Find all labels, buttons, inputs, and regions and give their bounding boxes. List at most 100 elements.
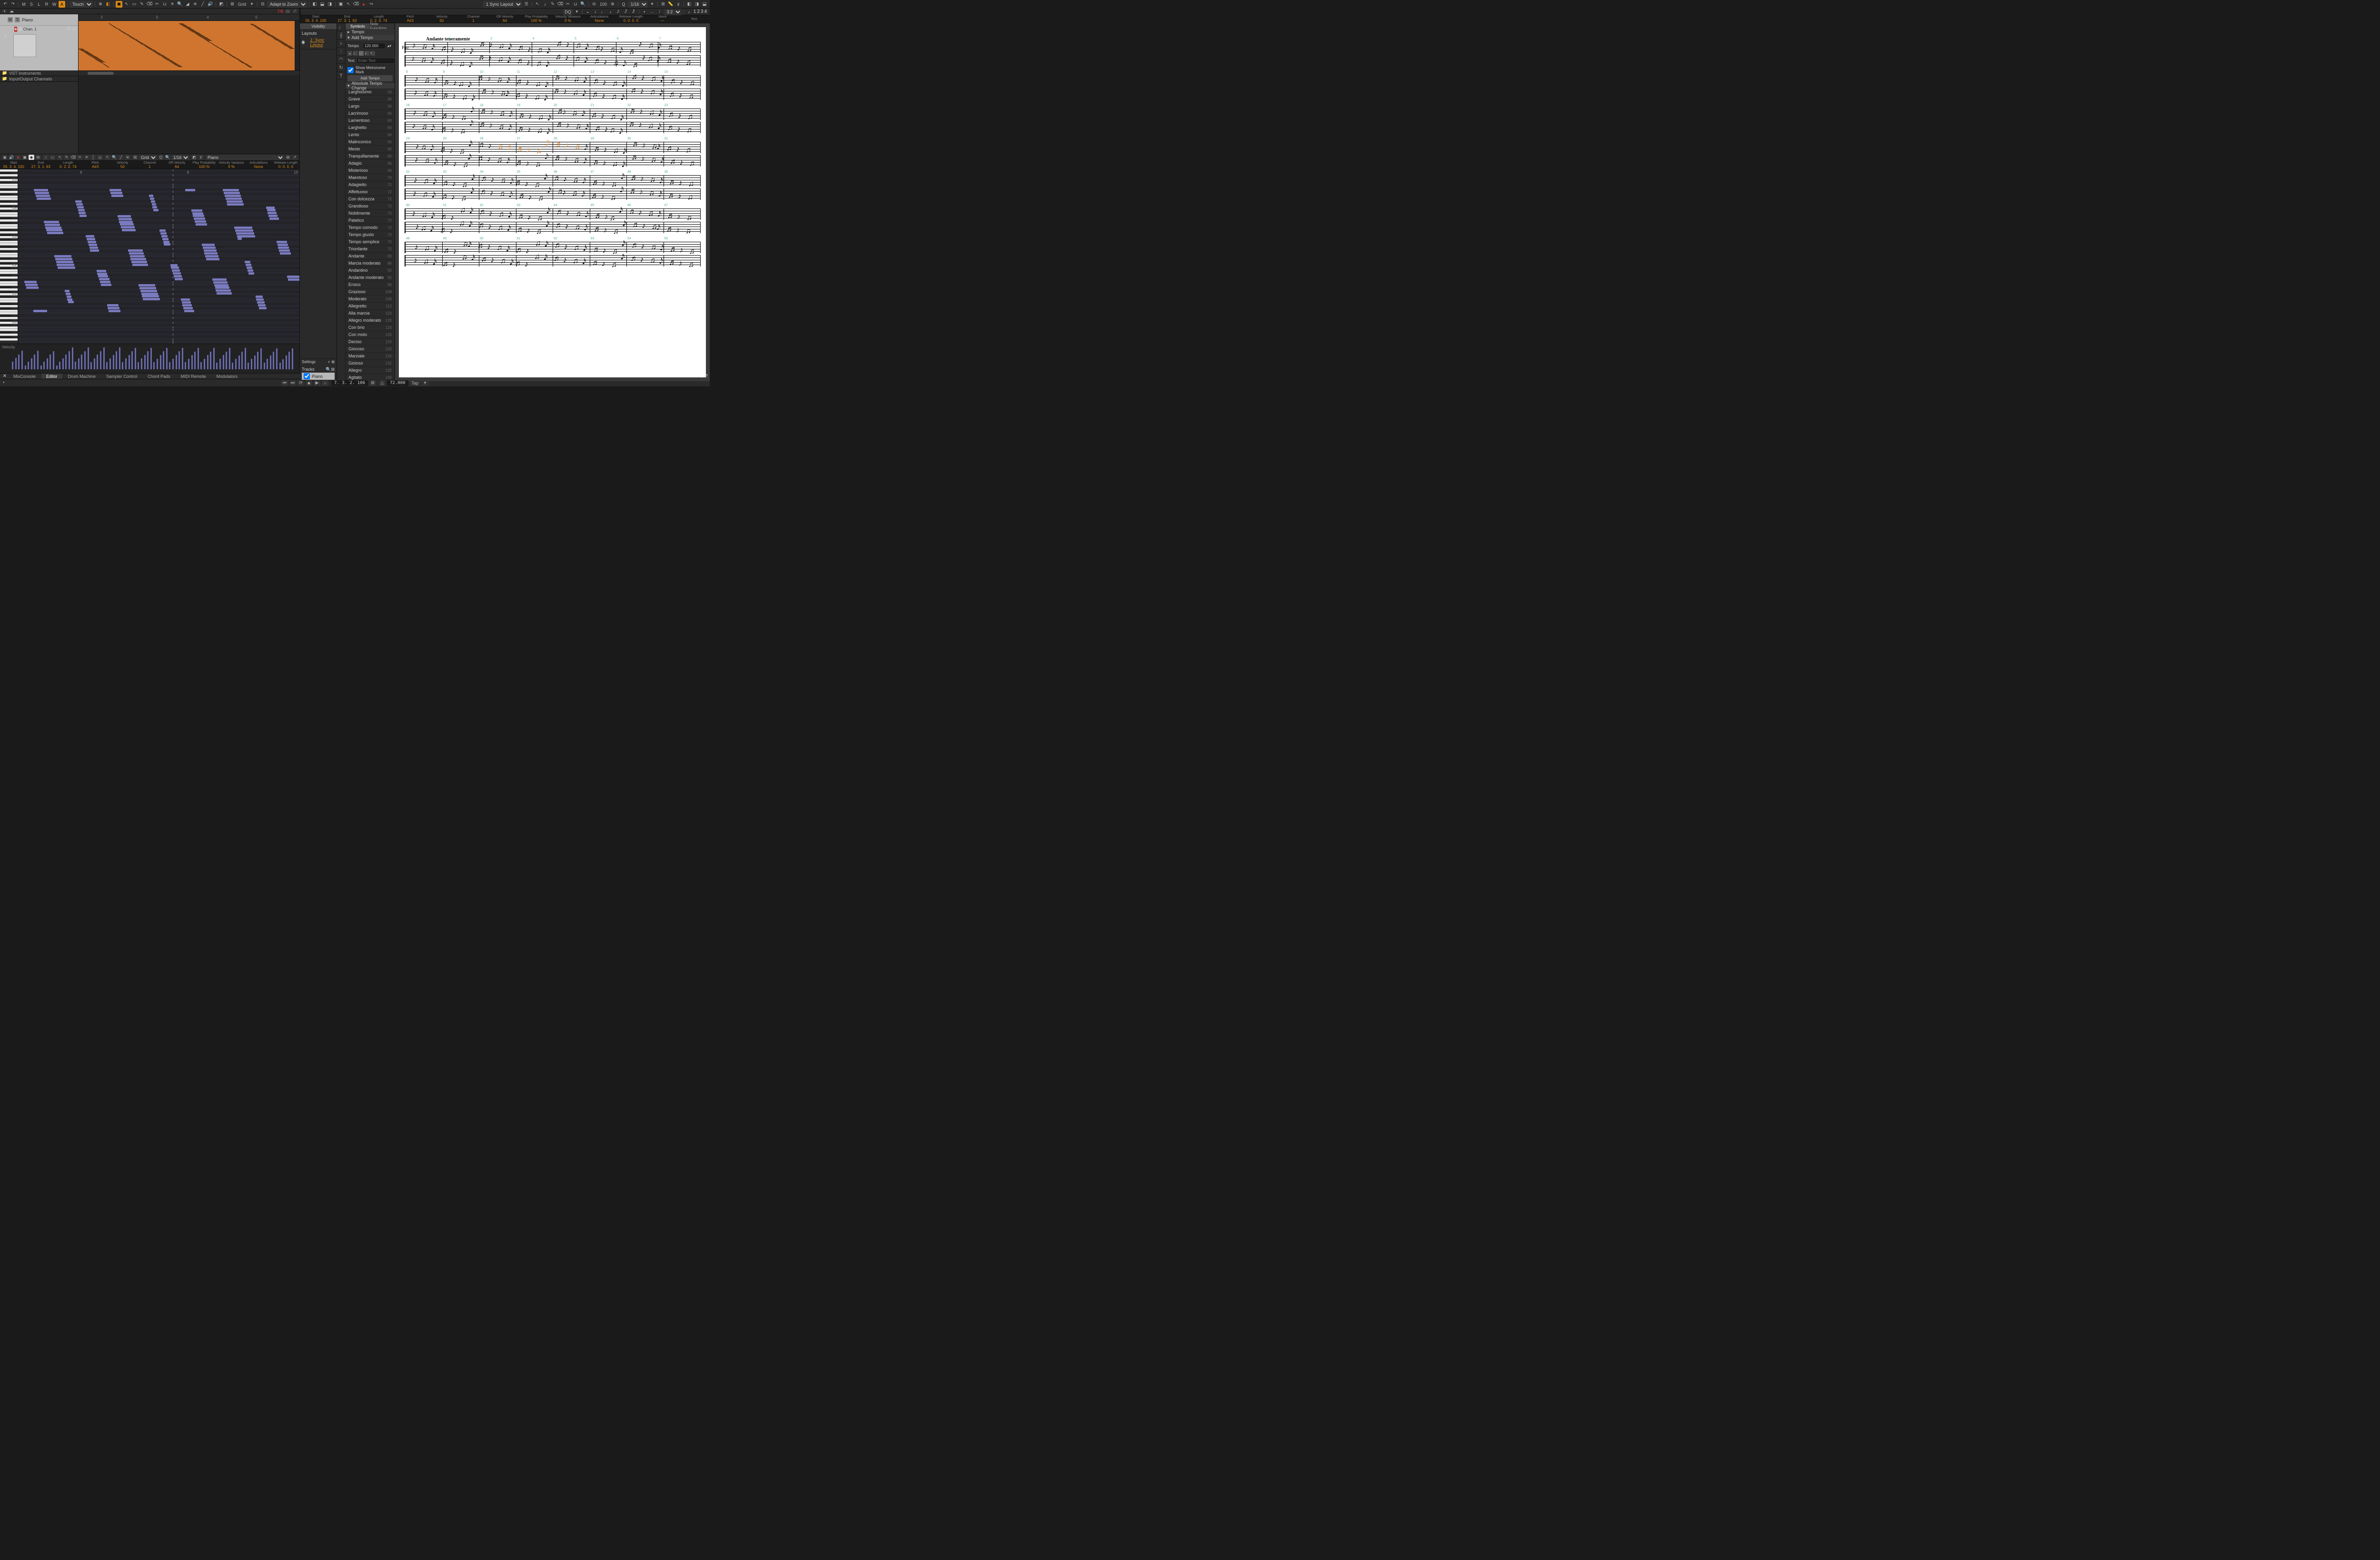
record-button[interactable]: ○ [322,380,328,386]
part-border-icon[interactable]: ▭ [50,155,55,160]
snap-type-icon[interactable]: ⊞ [35,155,41,160]
event-display-icon[interactable]: ⊞ [660,1,666,8]
tempo-item[interactable]: Alla marcia120 [346,310,395,317]
transpose-icon[interactable]: ♯ [675,1,682,8]
tempo-item[interactable]: Trionfante72 [346,246,395,253]
close-lowerzone-icon[interactable]: ✕ [2,374,8,379]
ke-time-warp-icon[interactable]: ≋ [125,155,130,160]
score-erase2-icon[interactable]: ⌫ [557,1,564,8]
tempo-item[interactable]: Con moto120 [346,331,395,338]
panel-right2-icon[interactable]: ◨ [694,1,700,8]
automation-mode-select[interactable]: Touch [69,1,93,8]
tempo-note-dotted[interactable]: • [370,51,375,56]
layout-menu-icon[interactable]: ☰ [523,1,530,8]
track-record-button[interactable]: ● [14,27,17,32]
tempo-item[interactable]: Grave36 [346,96,395,103]
tab-modulators[interactable]: Modulators [212,374,243,379]
tempo-item[interactable]: Tempo giusto72 [346,231,395,238]
ke-pitch-icon[interactable]: ♯ [198,155,204,160]
tab-note-functions[interactable]: Note Functions [370,23,395,29]
tempo-item[interactable]: Lacrimoso60 [346,110,395,117]
staff-system[interactable]: 89101112131415♪♫𝅘𝅥𝅯♬♪♫𝅘𝅥𝅯♬♪♫𝅘𝅥𝅯♬♪♫𝅘𝅥𝅯♬♪♫… [405,75,700,100]
time-signature[interactable]: 7/8 [277,9,283,14]
voice-1-button[interactable]: 1 [694,9,696,14]
tempo-item[interactable]: Affettuoso72 [346,188,395,196]
color-icon[interactable]: ◧ [105,1,111,8]
panel-right3-icon[interactable]: ⬓ [701,1,708,8]
grid-type-icon[interactable]: ⊟ [259,1,266,8]
sixteenth-note-icon[interactable]: 𝅘𝅥𝅯 [615,9,622,15]
color-menu-icon[interactable]: ◩ [218,1,225,8]
select-tool-icon[interactable]: ▣ [116,1,122,8]
show-metronome-checkbox[interactable] [347,67,354,73]
tempo-item[interactable]: Marziale120 [346,353,395,360]
solo-editor-icon[interactable]: ◉ [2,155,8,160]
track-solo-button[interactable]: S [15,17,20,22]
tempo-item[interactable]: Mesto60 [346,146,395,153]
tempo-item[interactable]: Grazioso108 [346,288,395,296]
quarter-note-icon[interactable]: ♩ [600,9,606,15]
write-button[interactable]: W [51,1,58,8]
play-button[interactable]: ▶ [314,380,320,386]
read-button[interactable]: R [43,1,50,8]
tracks-menu-icon[interactable]: ⊞ [331,367,335,372]
ke-edit-vst-icon[interactable]: ⊞ [285,155,291,160]
score-draw-icon[interactable]: ✎ [549,1,556,8]
ke-grid-select[interactable]: Grid [139,155,157,160]
tempo-item[interactable]: Andantino92 [346,267,395,274]
tempo-header[interactable]: ▸Tempo [346,29,395,35]
tempo-item[interactable]: Moderato108 [346,296,395,303]
voice-insert-icon[interactable]: ♪ [686,9,693,15]
ke-zoom-out-icon[interactable]: 🔍 [165,155,170,160]
primary-time-display[interactable]: 7. 3. 2. 106 [331,380,368,386]
tempo-note-whole[interactable]: 𝅝 [347,51,352,56]
quantize-menu-icon[interactable]: ▾ [649,1,655,8]
adapt-zoom-select[interactable]: Adapt to Zoom [267,1,307,8]
score-page-container[interactable]: Andante teneramente Pno 234567♪♫𝅘𝅥𝅯♬♪♫𝅘𝅥… [395,23,710,381]
tempo-item[interactable]: Deciso120 [346,338,395,346]
thirtysecond-note-icon[interactable]: 𝅘𝅥𝅰 [623,9,629,15]
sixtyfourth-note-icon[interactable]: 𝅘𝅥𝅱 [630,9,637,15]
track-item[interactable]: M S Piano [0,14,78,26]
transport-dropdown-icon[interactable]: ▾ [422,380,428,386]
performance-meter-icon[interactable]: ◔ [2,380,5,385]
score-page[interactable]: Andante teneramente Pno 234567♪♫𝅘𝅥𝅯♬♪♫𝅘𝅥… [399,27,706,377]
midi-input-icon[interactable]: ● [360,1,367,8]
score-arrow-icon[interactable]: ↖ [534,1,541,8]
tempo-item[interactable]: Adagietto72 [346,181,395,188]
constrain-button[interactable]: ⊕ [97,1,104,8]
tempo-item[interactable]: Misterioso66 [346,167,395,174]
insert-velocity-icon[interactable]: ◆ [29,155,34,160]
panel-left2-icon[interactable]: ◧ [686,1,693,8]
ke-snap-icon[interactable]: ⊞ [132,155,138,160]
ke-quantize-btn[interactable]: Q [158,155,164,160]
sync-layout-select[interactable]: 1 Sync Layout [483,1,522,8]
tempo-item[interactable]: Grandioso72 [346,203,395,210]
play-tool-icon[interactable]: 🔊 [207,1,214,8]
folder-vst[interactable]: 📁 VST Instruments [0,70,78,76]
absolute-tempo-header[interactable]: ▾Absolute Tempo Change [346,83,395,89]
tempo-item[interactable]: Tempo semplice72 [346,238,395,246]
dynamic-section-icon[interactable]: ◠ [337,56,345,64]
zoom-out-icon[interactable]: ⊖ [591,1,597,8]
show-chords-icon[interactable]: ▣ [22,155,28,160]
tempo-item[interactable]: Nobilmente72 [346,210,395,217]
tab-drummachine[interactable]: Drum Machine [63,374,101,379]
tempo-section-icon[interactable]: ♩ [337,23,345,31]
tap-tempo-button[interactable]: Tap [410,380,421,386]
draw-tool-icon[interactable]: ✎ [139,1,145,8]
half-note-icon[interactable]: 𝅗𝅥 [592,9,599,15]
zoom-in-icon[interactable]: ⊕ [609,1,616,8]
zoom-tool-icon[interactable]: 🔍 [177,1,183,8]
piano-keyboard[interactable]: C5C4C3C2C1C0 [0,169,18,344]
ruler[interactable]: 2 3 4 5 [79,14,299,21]
score-glue-icon[interactable]: ⊔ [572,1,579,8]
staff-system[interactable]: 3233343536373839♪♫𝅘𝅥𝅯♬♪♫𝅘𝅥𝅯♬♪♫𝅘𝅥𝅯♬♪♫𝅘𝅥𝅯♬… [405,175,700,200]
dropdown-icon[interactable]: ▾ [248,1,255,8]
ke-event-color-icon[interactable]: ◩ [191,155,197,160]
repeat-section-icon[interactable]: ↻ [337,64,345,72]
tempo-track-icon[interactable]: ⟋ [292,9,298,14]
tempo-item[interactable]: Con brio120 [346,324,395,331]
panel-right-icon[interactable]: ◨ [327,1,333,8]
undo-icon[interactable]: ↶ [2,1,9,8]
